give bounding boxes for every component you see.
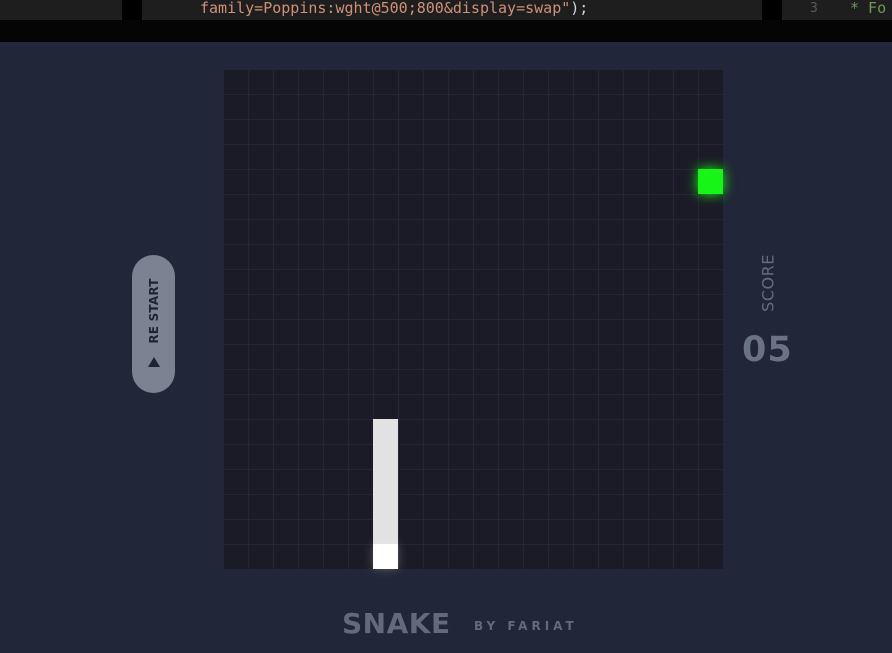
game-title: SNAKE bbox=[342, 607, 451, 640]
restart-button[interactable]: RE START bbox=[132, 255, 175, 393]
snake-head bbox=[373, 544, 398, 569]
snake-segment bbox=[373, 519, 398, 544]
snake-segment bbox=[373, 469, 398, 494]
game-byline: BY FARIAT bbox=[474, 619, 578, 633]
score-value: 05 bbox=[742, 330, 793, 370]
play-icon bbox=[148, 357, 160, 367]
code-tail: ); bbox=[570, 0, 589, 17]
restart-label: RE START bbox=[146, 278, 161, 344]
line-number: 3 bbox=[810, 1, 818, 16]
snake-segment bbox=[373, 494, 398, 519]
food-pellet bbox=[698, 169, 723, 194]
editor-separator bbox=[762, 0, 782, 20]
editor-gutter bbox=[0, 0, 122, 20]
code-comment: * Fo bbox=[850, 0, 887, 17]
score-label: SCORE bbox=[758, 254, 778, 312]
code-line: family=Poppins:wght@500;800&display=swap… bbox=[200, 0, 588, 17]
top-band bbox=[0, 20, 892, 42]
code-editor-strip: family=Poppins:wght@500;800&display=swap… bbox=[0, 0, 892, 20]
snake-segment bbox=[373, 419, 398, 444]
editor-gutter-bar bbox=[122, 0, 142, 20]
snake-segment bbox=[373, 444, 398, 469]
code-text: family=Poppins:wght@500;800&display=swap… bbox=[200, 0, 571, 17]
game-board[interactable] bbox=[223, 69, 723, 569]
